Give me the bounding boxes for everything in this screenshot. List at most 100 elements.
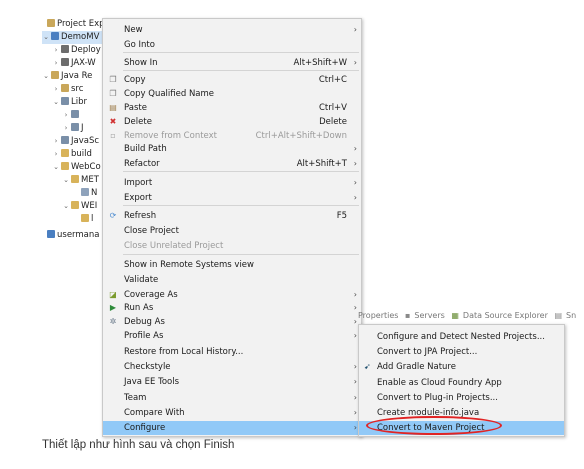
menu-item-shortcut: Ctrl+C: [318, 75, 347, 85]
tree-node-icon: [47, 230, 55, 238]
caption-text: Thiết lập như hình sau và chọn Finish: [42, 439, 235, 451]
tree-node-icon: [61, 45, 69, 53]
menu-item-shortcut: Alt+Shift+W: [293, 58, 347, 68]
menu-item-restore-from-local-history[interactable]: Restore from Local History...: [103, 345, 361, 359]
menu-item-label: Close Unrelated Project: [124, 241, 224, 251]
tree-node-icon: [61, 162, 69, 170]
tree-node-icon: [71, 175, 79, 183]
submenu-item-label: Add Gradle Nature: [377, 362, 456, 372]
tree-item[interactable]: › JavaSc: [52, 135, 108, 148]
chevron-right-icon[interactable]: ›: [52, 148, 60, 161]
submenu-item-configure-and-detect-nested-projects[interactable]: Configure and Detect Nested Projects...: [359, 330, 564, 344]
tree-item[interactable]: › src: [52, 83, 108, 96]
tree-item[interactable]: › build: [52, 148, 108, 161]
menu-item-import[interactable]: Import ›: [103, 176, 361, 190]
chevron-right-icon: ›: [353, 317, 357, 326]
chevron-right-icon[interactable]: ›: [62, 122, 70, 135]
tree-node-icon: [61, 97, 69, 105]
tree-item[interactable]: › JAX-W: [52, 57, 108, 70]
submenu-item-label: Convert to Plug-in Projects...: [377, 393, 498, 403]
chevron-right-icon: ›: [353, 178, 357, 187]
menu-item-export[interactable]: Export ›: [103, 191, 361, 205]
menu-item-show-in[interactable]: Show In Alt+Shift+W ›: [103, 56, 361, 70]
menu-item-close-project[interactable]: Close Project: [103, 224, 361, 238]
menu-separator: [123, 70, 359, 71]
tree-item[interactable]: usermana: [38, 229, 108, 242]
menu-separator: [123, 52, 359, 53]
chevron-right-icon[interactable]: ›: [52, 135, 60, 148]
remove-icon: ▫: [110, 131, 116, 140]
chevron-right-icon[interactable]: ›: [52, 83, 60, 96]
menu-item-build-path[interactable]: Build Path ›: [103, 142, 361, 156]
menu-item-copy-qualified-name[interactable]: ❐ Copy Qualified Name: [103, 87, 361, 101]
chevron-right-icon[interactable]: ›: [52, 57, 60, 70]
chevron-right-icon[interactable]: ›: [62, 109, 70, 122]
menu-item-configure[interactable]: Configure ›: [103, 421, 361, 435]
menu-item-new[interactable]: New ›: [103, 23, 361, 37]
tree-item-label: DemoMV: [61, 32, 100, 42]
project-explorer: Project Explor⌄DemoMV›Deploy›JAX-W⌄Java …: [38, 18, 108, 263]
tree-item[interactable]: ⌄ Java Re: [42, 70, 108, 83]
tree-item-label: Deploy: [71, 45, 101, 55]
menu-item-coverage-as[interactable]: ◪ Coverage As ›: [103, 288, 361, 302]
menu-item-label: Show In: [124, 58, 158, 68]
tree-item-label: WebCo: [71, 162, 101, 172]
chevron-down-icon[interactable]: ⌄: [62, 174, 70, 187]
chevron-right-icon: ›: [353, 159, 357, 168]
chevron-down-icon[interactable]: ⌄: [42, 31, 50, 44]
tab-snippets[interactable]: Sn: [566, 311, 576, 320]
chevron-right-icon: ›: [353, 290, 357, 299]
tree-item[interactable]: Project Explor: [38, 18, 108, 31]
menu-item-run-as[interactable]: ▶ Run As ›: [103, 301, 361, 315]
menu-item-java-ee-tools[interactable]: Java EE Tools ›: [103, 375, 361, 389]
menu-item-debug-as[interactable]: ✲ Debug As ›: [103, 315, 361, 329]
submenu-item-enable-as-cloud-foundry-app[interactable]: Enable as Cloud Foundry App: [359, 376, 564, 390]
submenu-item-convert-to-plug-in-projects[interactable]: Convert to Plug-in Projects...: [359, 391, 564, 405]
submenu-item-label: Configure and Detect Nested Projects...: [377, 332, 545, 342]
menu-item-copy[interactable]: ❐ Copy Ctrl+C: [103, 73, 361, 87]
menu-item-refresh[interactable]: ⟳ Refresh F5: [103, 209, 361, 223]
tab-servers[interactable]: Servers: [414, 311, 444, 320]
menu-item-show-in-remote-systems-view[interactable]: Show in Remote Systems view: [103, 258, 361, 272]
menu-item-delete[interactable]: ✖ Delete Delete: [103, 115, 361, 129]
context-menu: New › Go Into Show In Alt+Shift+W › ❐ Copy Ctrl+…: [102, 18, 362, 437]
snippets-icon: ▤: [554, 311, 563, 320]
menu-item-refactor[interactable]: Refactor Alt+Shift+T ›: [103, 157, 361, 171]
tree-item[interactable]: › Deploy: [52, 44, 108, 57]
submenu-item-convert-to-jpa-project[interactable]: Convert to JPA Project...: [359, 345, 564, 359]
menu-item-paste[interactable]: ▤ Paste Ctrl+V: [103, 101, 361, 115]
menu-separator: [123, 205, 359, 206]
tab-properties[interactable]: Properties: [358, 311, 398, 320]
chevron-right-icon[interactable]: ›: [52, 44, 60, 57]
menu-item-label: Configure: [124, 423, 166, 433]
tree-item[interactable]: ⌄ Libr: [52, 96, 108, 109]
menu-item-validate[interactable]: Validate: [103, 273, 361, 287]
chevron-down-icon[interactable]: ⌄: [62, 200, 70, 213]
chevron-down-icon[interactable]: ⌄: [52, 161, 60, 174]
menu-item-label: Copy Qualified Name: [124, 89, 215, 99]
tree-node-icon: [61, 136, 69, 144]
coverage-icon: ◪: [109, 290, 117, 299]
menu-item-label: Coverage As: [124, 290, 178, 300]
menu-item-profile-as[interactable]: Profile As ›: [103, 329, 361, 343]
tree-item-label: l: [91, 214, 94, 224]
chevron-right-icon: ›: [353, 331, 357, 340]
chevron-down-icon[interactable]: ⌄: [52, 96, 60, 109]
menu-item-label: Paste: [124, 103, 147, 113]
menu-item-close-unrelated-project: Close Unrelated Project: [103, 239, 361, 253]
menu-item-go-into[interactable]: Go Into: [103, 38, 361, 52]
tree-item[interactable]: ⌄ WebCo: [52, 161, 108, 174]
chevron-down-icon[interactable]: ⌄: [42, 70, 50, 83]
tab-data-source-explorer[interactable]: Data Source Explorer: [463, 311, 548, 320]
refresh-icon: ⟳: [109, 211, 117, 220]
chevron-right-icon: ›: [353, 25, 357, 34]
menu-item-checkstyle[interactable]: Checkstyle ›: [103, 360, 361, 374]
menu-item-label: Run As: [124, 303, 154, 313]
tree-node-icon: [71, 123, 79, 131]
tree-item[interactable]: ⌄ DemoMV: [42, 31, 108, 44]
tree-node-icon: [61, 149, 69, 157]
delete-icon: ✖: [109, 117, 117, 126]
submenu-item-add-gradle-nature[interactable]: ➹ Add Gradle Nature: [359, 360, 564, 374]
menu-item-compare-with[interactable]: Compare With ›: [103, 406, 361, 420]
menu-item-team[interactable]: Team ›: [103, 391, 361, 405]
